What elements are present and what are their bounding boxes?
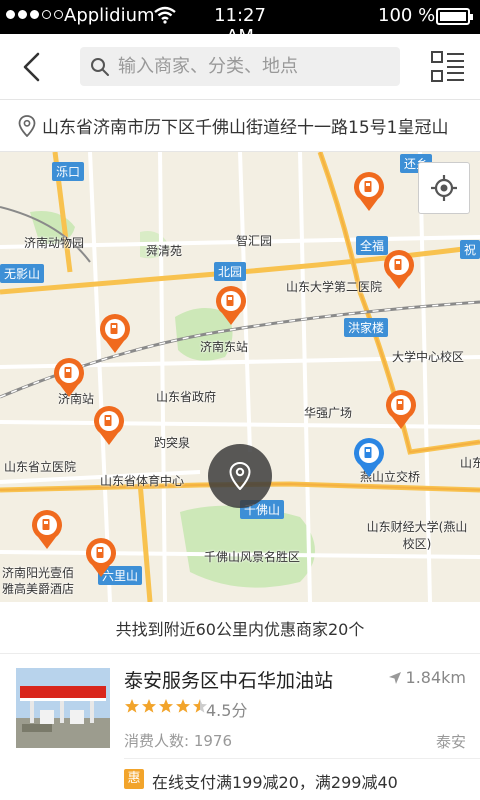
map-road-tag: 洪家楼 [344, 318, 389, 337]
wifi-icon [154, 6, 176, 24]
merchant-city: 泰安 [435, 733, 466, 751]
map-label: 趵突泉 [154, 436, 191, 450]
discount-badge: 惠 [124, 769, 144, 789]
location-pin-icon [229, 462, 251, 490]
header [0, 34, 480, 100]
consumer-count: 消费人数: 1976 [124, 732, 232, 750]
rating-stars [124, 698, 208, 714]
rating-score: 4.5分 [206, 701, 248, 720]
map-label: 山东省立医院 [4, 460, 77, 474]
gas-station-marker[interactable] [384, 388, 418, 430]
map-label: 智汇园 [236, 234, 273, 248]
list-view-icon[interactable] [430, 50, 466, 84]
map-road-tag: 泺口 [52, 162, 85, 181]
carrier-name: Applidium [64, 5, 155, 26]
gas-station-marker[interactable] [30, 508, 64, 550]
merchant-list-item[interactable]: 泰安服务区中石华加油站 1.84km 4.5分 消费人数: 1976 泰安 惠 … [0, 654, 480, 800]
battery-percentage: 100 % [378, 5, 436, 26]
current-address-bar[interactable]: 山东省济南市历下区千佛山街道经十一路15号1皇冠山 [0, 100, 480, 152]
gas-station-marker[interactable] [98, 312, 132, 354]
location-pin-icon [18, 114, 36, 137]
current-address-text: 山东省济南市历下区千佛山街道经十一路15号1皇冠山 [42, 118, 449, 138]
map-label: 大学中心校区 [392, 350, 465, 364]
star-icon [159, 699, 173, 713]
locate-me-button[interactable] [418, 162, 470, 214]
divider [124, 758, 480, 759]
map-view[interactable]: 泺口 全福 北园 千佛山 六里山 还乡 祝 无影山 济南动物园 舜清苑 智汇园 … [0, 152, 480, 602]
map-label: 山东 [460, 456, 480, 470]
results-summary: 共找到附近60公里内优惠商家20个 [0, 602, 480, 654]
gas-station-marker[interactable] [84, 536, 118, 578]
battery-icon [436, 8, 473, 25]
crosshair-icon [431, 175, 457, 201]
star-icon [176, 699, 190, 713]
star-icon [125, 699, 139, 713]
map-road-tag: 北园 [214, 262, 247, 281]
promo-text: 在线支付满199减20，满299减40 [152, 773, 398, 792]
map-center-pin[interactable] [208, 444, 272, 508]
map-label: 济南动物园 [24, 236, 85, 250]
merchant-name: 泰安服务区中石华加油站 [124, 670, 334, 692]
map-label: 舜清苑 [146, 244, 183, 258]
map-road-tag: 祝 [460, 240, 480, 259]
status-bar: Applidium 11:27 AM 100 % [0, 0, 480, 47]
map-road-tag: 无影山 [0, 264, 45, 283]
merchant-distance: 1.84km [388, 668, 466, 687]
map-label: 山东省政府 [156, 390, 217, 404]
distance-value: 1.84km [405, 668, 466, 687]
signal-strength-icon [6, 10, 63, 19]
map-label: 济南阳光壹佰 [2, 566, 75, 580]
navigation-arrow-icon [388, 671, 401, 684]
merchant-thumbnail [16, 668, 110, 748]
map-label: 山东财经大学(燕山校区) [366, 520, 468, 551]
gas-station-marker[interactable] [92, 404, 126, 446]
search-bar[interactable] [80, 47, 400, 86]
search-input[interactable] [118, 56, 388, 77]
gas-station-marker[interactable] [382, 248, 416, 290]
gas-station-marker[interactable] [352, 170, 386, 212]
gas-station-marker[interactable] [214, 284, 248, 326]
star-icon [142, 699, 156, 713]
map-label: 山东大学第二医院 [286, 280, 383, 294]
map-label: 千佛山风景名胜区 [204, 550, 301, 564]
map-label: 雅高美爵酒店 [2, 582, 75, 596]
map-label: 山东省体育中心 [100, 474, 185, 488]
map-label: 济南东站 [200, 340, 249, 354]
selected-gas-station-marker[interactable] [352, 436, 386, 478]
gas-station-marker[interactable] [52, 356, 86, 398]
map-label: 华强广场 [304, 406, 353, 420]
back-icon[interactable] [14, 48, 52, 86]
search-icon [91, 57, 109, 76]
